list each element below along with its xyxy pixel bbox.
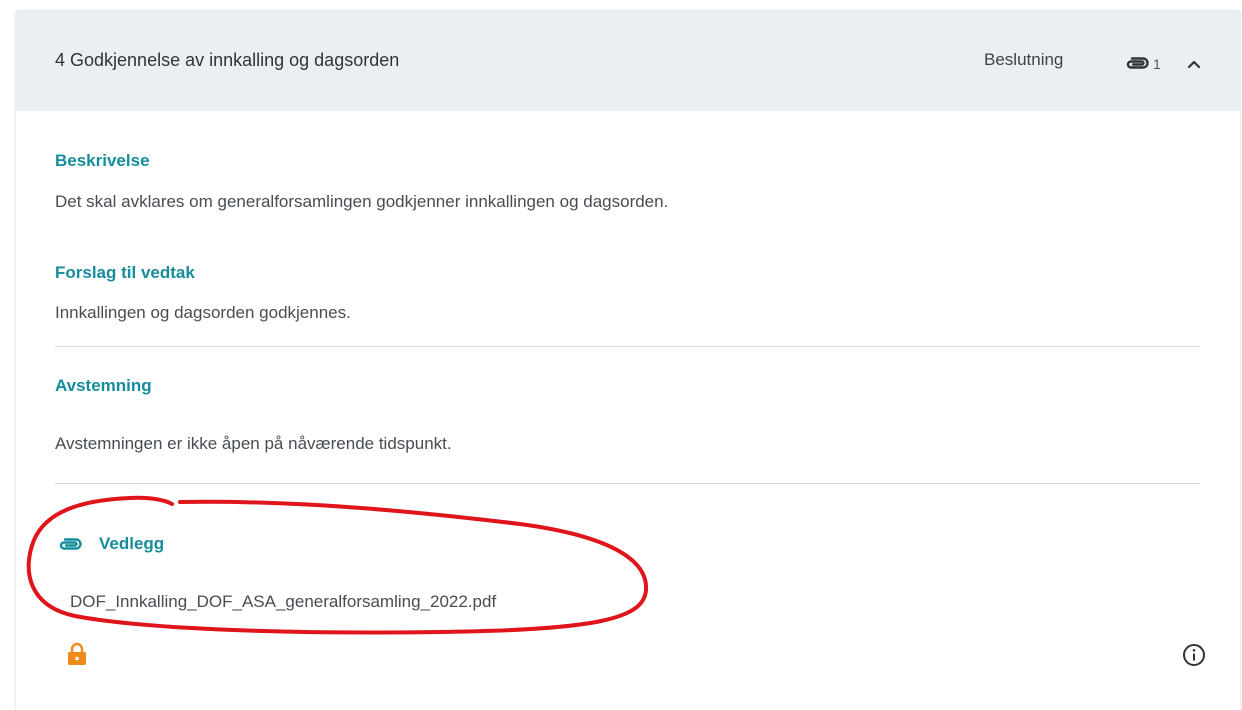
divider bbox=[55, 346, 1200, 347]
description-text: Det skal avklares om generalforsamlingen… bbox=[55, 192, 669, 211]
attachments-heading-label: Vedlegg bbox=[99, 534, 165, 553]
description-heading: Beskrivelse bbox=[55, 151, 150, 170]
attachments-heading: Vedlegg bbox=[55, 534, 164, 554]
divider bbox=[55, 483, 1200, 484]
lock-icon bbox=[68, 642, 86, 665]
voting-status-text: Avstemningen er ikke åpen på nåværende t… bbox=[55, 434, 452, 453]
paperclip-icon bbox=[1126, 57, 1149, 69]
info-icon[interactable] bbox=[1182, 643, 1206, 667]
voting-heading: Avstemning bbox=[55, 376, 152, 395]
agenda-item-type: Beslutning bbox=[984, 50, 1064, 69]
attachment-file-link[interactable]: DOF_Innkalling_DOF_ASA_generalforsamling… bbox=[70, 592, 496, 612]
attachment-count-indicator: 1 bbox=[1123, 54, 1161, 72]
attachment-count: 1 bbox=[1153, 56, 1161, 72]
proposal-heading: Forslag til vedtak bbox=[55, 263, 195, 282]
agenda-item-card: 4 Godkjennelse av innkalling og dagsorde… bbox=[16, 10, 1240, 710]
paperclip-icon bbox=[59, 538, 82, 550]
agenda-item-title: 4 Godkjennelse av innkalling og dagsorde… bbox=[55, 50, 400, 70]
chevron-up-icon[interactable] bbox=[1184, 54, 1204, 74]
agenda-item-header[interactable]: 4 Godkjennelse av innkalling og dagsorde… bbox=[16, 10, 1240, 111]
proposal-text: Innkallingen og dagsorden godkjennes. bbox=[55, 303, 351, 322]
